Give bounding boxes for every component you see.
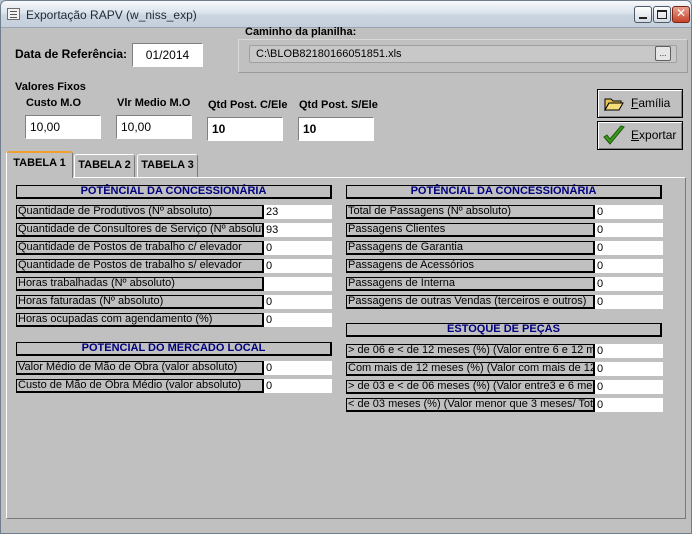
row-label: > de 06 e < de 12 meses (%) (Valor entre… — [346, 344, 595, 358]
row-value-input[interactable]: 0 — [595, 205, 663, 219]
maximize-button[interactable] — [653, 6, 671, 23]
row-value-input[interactable]: 0 — [264, 379, 332, 393]
data-ref-input[interactable]: 01/2014 — [132, 43, 203, 67]
row-value-input[interactable]: 0 — [595, 295, 663, 309]
row-value-input[interactable]: 0 — [595, 380, 663, 394]
estoque-pecas-header: ESTOQUE DE PEÇAS — [346, 323, 662, 337]
checkmark-icon — [603, 125, 625, 145]
row-label: Total de Passagens (Nº absoluto) — [346, 205, 595, 219]
row-value-input[interactable]: 0 — [595, 398, 663, 412]
mercado-local-header: POTENCIAL DO MERCADO LOCAL — [16, 342, 332, 356]
row-label: Com mais de 12 meses (%) (Valor com mais… — [346, 362, 595, 376]
row-value-input[interactable]: 0 — [595, 344, 663, 358]
qtd-post-s-ele-input[interactable]: 10 — [298, 117, 374, 141]
row-label: Passagens de Interna — [346, 277, 595, 291]
row-label: Horas faturadas (Nº absoluto) — [16, 295, 264, 309]
row-value-input[interactable]: 23 — [264, 205, 332, 219]
row-value-input[interactable] — [264, 277, 332, 291]
row-label: < de 03 meses (%) (Valor menor que 3 mes… — [346, 398, 595, 412]
row-value-input[interactable]: 0 — [595, 241, 663, 255]
vlr-medio-mo-label: Vlr Medio M.O — [117, 97, 191, 109]
row-label: Quantidade de Consultores de Serviço (Nº… — [16, 223, 264, 237]
row-value-input[interactable]: 0 — [595, 277, 663, 291]
window-icon — [7, 8, 20, 20]
right-concessionaria-header: POTÊNCIAL DA CONCESSIONÁRIA — [346, 185, 662, 199]
maximize-icon — [657, 10, 667, 19]
row-label: Quantidade de Postos de trabalho c/ elev… — [16, 241, 264, 255]
custo-mo-label: Custo M.O — [26, 97, 81, 109]
window-client: Data de Referência: 01/2014 Caminho da p… — [1, 26, 691, 533]
row-label: Quantidade de Postos de trabalho s/ elev… — [16, 259, 264, 273]
close-icon: ✕ — [675, 6, 687, 20]
row-label: Passagens de Acessórios — [346, 259, 595, 273]
familia-button[interactable]: Família — [597, 89, 683, 118]
minimize-button[interactable] — [634, 6, 652, 23]
row-value-input[interactable]: 0 — [264, 313, 332, 327]
row-label: Custo de Mão de Obra Médio (valor absolu… — [16, 379, 264, 393]
app-window: Exportação RAPV (w_niss_exp) ✕ Data de R… — [0, 0, 692, 534]
folder-open-icon — [604, 98, 624, 111]
valores-fixos-title: Valores Fixos — [15, 81, 86, 93]
row-label: > de 03 e < de 06 meses (%) (Valor entre… — [346, 380, 595, 394]
qtd-post-c-ele-label: Qtd Post. C/Ele — [208, 99, 288, 111]
row-label: Valor Médio de Mão de Obra (valor absolu… — [16, 361, 264, 375]
row-value-input[interactable]: 0 — [595, 259, 663, 273]
path-label: Caminho da planilha: — [245, 26, 357, 38]
familia-label: Família — [631, 96, 671, 110]
vlr-medio-mo-input[interactable]: 10,00 — [116, 115, 192, 139]
tab-tabela-3[interactable]: TABELA 3 — [137, 154, 198, 177]
qtd-post-c-ele-input[interactable]: 10 — [207, 117, 283, 141]
tab-tabela-2[interactable]: TABELA 2 — [74, 154, 135, 177]
row-label: Horas trabalhadas (Nº absoluto) — [16, 277, 264, 291]
qtd-post-s-ele-label: Qtd Post. S/Ele — [299, 99, 378, 111]
browse-path-button[interactable]: ... — [655, 46, 671, 61]
exportar-label: Exportar — [631, 128, 677, 142]
row-value-input[interactable]: 93 — [264, 223, 332, 237]
custo-mo-input[interactable]: 10,00 — [25, 115, 101, 139]
row-value-input[interactable]: 0 — [264, 361, 332, 375]
left-concessionaria-header: POTÊNCIAL DA CONCESSIONÁRIA — [16, 185, 332, 199]
row-value-input[interactable]: 0 — [595, 223, 663, 237]
row-label: Passagens de Garantia — [346, 241, 595, 255]
window-title: Exportação RAPV (w_niss_exp) — [26, 8, 197, 22]
title-bar[interactable]: Exportação RAPV (w_niss_exp) ✕ — [1, 1, 691, 28]
minimize-icon — [639, 17, 647, 19]
row-value-input[interactable]: 0 — [264, 259, 332, 273]
exportar-button[interactable]: Exportar — [597, 121, 683, 150]
path-input[interactable]: C:\BLOB82180166051851.xls — [249, 45, 677, 63]
row-value-input[interactable]: 0 — [264, 241, 332, 255]
row-label: Quantidade de Produtivos (Nº absoluto) — [16, 205, 264, 219]
close-button[interactable]: ✕ — [672, 6, 690, 23]
row-label: Passagens de outras Vendas (terceiros e … — [346, 295, 595, 309]
row-label: Horas ocupadas com agendamento (%) — [16, 313, 264, 327]
row-value-input[interactable]: 0 — [264, 295, 332, 309]
row-value-input[interactable]: 0 — [595, 362, 663, 376]
row-label: Passagens Clientes — [346, 223, 595, 237]
tab-tabela-1[interactable]: TABELA 1 — [6, 151, 73, 178]
data-ref-label: Data de Referência: — [15, 47, 128, 61]
